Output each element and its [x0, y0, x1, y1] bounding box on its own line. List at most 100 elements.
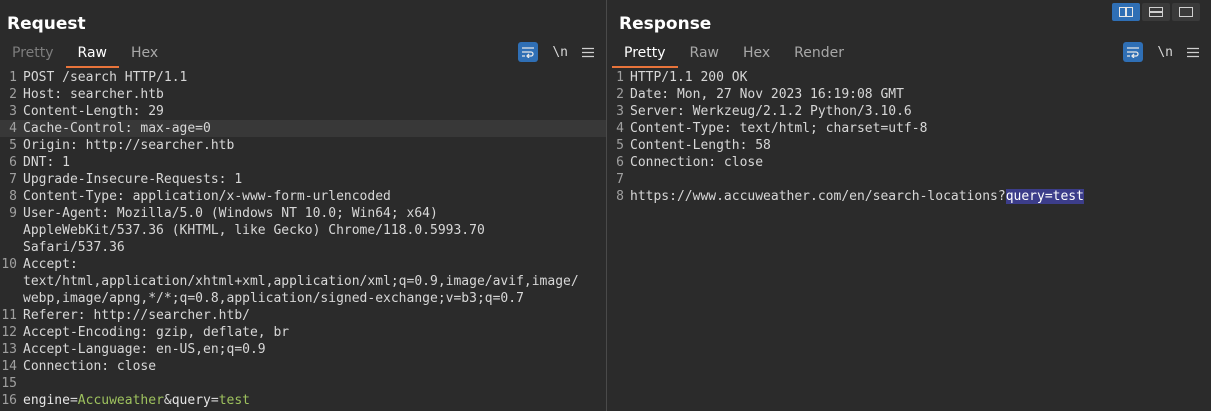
- line-number: 15: [1, 376, 17, 391]
- code-line: 7: [607, 171, 1211, 188]
- line-number: 5: [9, 138, 17, 153]
- request-editor[interactable]: 1 POST /search HTTP/1.1 2 Host: searcher.ht…: [0, 69, 606, 409]
- line-text: Accept-Encoding: gzip, deflate, br: [23, 325, 290, 340]
- code-line: 9 User-Agent: Mozilla/5.0 (Windows NT 10.…: [0, 205, 606, 222]
- response-tabs: Pretty Raw Hex Render: [612, 40, 856, 68]
- line-text: Cache-Control: max-age=0: [23, 121, 211, 136]
- code-line: 4 Content-Type: text/html; charset=utf-8: [607, 120, 1211, 137]
- wrap-lines-icon[interactable]: [1123, 42, 1144, 62]
- param-name: engine: [23, 393, 70, 408]
- line-number: 4: [616, 121, 624, 136]
- line-text: HTTP/1.1 200 OK: [630, 70, 748, 85]
- param-name: query: [171, 393, 211, 408]
- code-line: 15: [0, 375, 606, 392]
- line-text: Accept:: [23, 257, 78, 272]
- single-pane-layout-icon[interactable]: [1172, 3, 1200, 21]
- line-number: 1: [9, 70, 17, 85]
- code-line: 5 Origin: http://searcher.htb: [0, 137, 606, 154]
- line-text: Content-Type: application/x-www-form-url…: [23, 189, 391, 204]
- top-bottom-layout-icon[interactable]: [1142, 3, 1170, 21]
- line-text: https://www.accuweather.com/en/search-lo…: [624, 188, 1084, 205]
- tab-pretty[interactable]: Pretty: [612, 40, 678, 68]
- newline-toggle[interactable]: \n: [1157, 45, 1173, 60]
- wrapped-line-text: AppleWebKit/537.36 (KHTML, like Gecko) C…: [23, 223, 485, 238]
- wrapped-line-text: text/html,application/xhtml+xml,applicat…: [23, 274, 579, 289]
- param-value: Accuweather: [77, 393, 164, 408]
- hamburger-menu-icon[interactable]: [582, 43, 594, 62]
- line-number: 6: [9, 155, 17, 170]
- tab-raw[interactable]: Raw: [678, 40, 731, 66]
- tab-hex[interactable]: Hex: [119, 40, 170, 66]
- code-line: 2 Host: searcher.htb: [0, 86, 606, 103]
- line-text: [17, 375, 23, 392]
- line-number: 10: [1, 257, 17, 272]
- response-pane: Response Pretty Raw Hex Render \n 1 HTTP/…: [607, 0, 1211, 411]
- line-number: 2: [616, 87, 624, 102]
- line-number: 7: [9, 172, 17, 187]
- line-text: Date: Mon, 27 Nov 2023 16:19:08 GMT: [630, 87, 904, 102]
- line-text: Connection: close: [23, 359, 157, 374]
- line-number: 2: [9, 87, 17, 102]
- wrap-lines-icon[interactable]: [518, 42, 539, 62]
- request-title: Request: [7, 14, 86, 34]
- code-line: 10 Accept:: [0, 256, 606, 273]
- code-line: 2 Date: Mon, 27 Nov 2023 16:19:08 GMT: [607, 86, 1211, 103]
- request-pane: Request Pretty Raw Hex \n 1 POST /search …: [0, 0, 606, 411]
- code-line: 4 Cache-Control: max-age=0: [0, 120, 606, 137]
- line-text: Accept-Language: en-US,en;q=0.9: [23, 342, 266, 357]
- line-number: 13: [1, 342, 17, 357]
- code-line: 11 Referer: http://searcher.htb/: [0, 307, 606, 324]
- line-number: 16: [1, 393, 17, 408]
- line-text: POST /search HTTP/1.1: [23, 70, 188, 85]
- code-line: 12 Accept-Encoding: gzip, deflate, br: [0, 324, 606, 341]
- code-line: 7 Upgrade-Insecure-Requests: 1: [0, 171, 606, 188]
- line-number: 3: [9, 104, 17, 119]
- line-number: 14: [1, 359, 17, 374]
- url-text: https://www.accuweather.com/en/search-lo…: [630, 189, 1006, 204]
- code-line: 3 Server: Werkzeug/2.1.2 Python/3.10.6: [607, 103, 1211, 120]
- line-number: 4: [9, 121, 17, 136]
- wrapped-line-text: webp,image/apng,*/*;q=0.8,application/si…: [23, 291, 524, 306]
- wrapped-line-text: Safari/537.36: [23, 240, 125, 255]
- line-number: 11: [1, 308, 17, 323]
- request-toolbar: \n: [518, 42, 594, 62]
- line-number: 12: [1, 325, 17, 340]
- request-tabs: Pretty Raw Hex: [0, 40, 170, 68]
- code-line: 3 Content-Length: 29: [0, 103, 606, 120]
- response-toolbar: \n: [1123, 42, 1199, 62]
- code-line: 6 DNT: 1: [0, 154, 606, 171]
- line-number: 9: [9, 206, 17, 221]
- layout-switcher: [1112, 3, 1200, 21]
- hamburger-menu-icon[interactable]: [1187, 43, 1199, 62]
- line-text: [624, 171, 630, 188]
- response-title: Response: [619, 14, 712, 34]
- tab-raw[interactable]: Raw: [65, 40, 119, 68]
- line-text: Host: searcher.htb: [23, 87, 164, 102]
- line-number: 1: [616, 70, 624, 85]
- newline-toggle[interactable]: \n: [552, 45, 568, 60]
- response-viewer[interactable]: 1 HTTP/1.1 200 OK 2 Date: Mon, 27 Nov 2023 …: [607, 69, 1211, 205]
- line-number: 7: [616, 172, 624, 187]
- line-text: Content-Type: text/html; charset=utf-8: [630, 121, 928, 136]
- line-number: 6: [616, 155, 624, 170]
- code-line: 8 Content-Type: application/x-www-form-ur…: [0, 188, 606, 205]
- line-text: Referer: http://searcher.htb/: [23, 308, 250, 323]
- line-text: DNT: 1: [23, 155, 70, 170]
- line-text: User-Agent: Mozilla/5.0 (Windows NT 10.0…: [23, 206, 438, 221]
- param-eq: =: [69, 393, 78, 408]
- param-separator: &: [163, 393, 172, 408]
- code-line: 5 Content-Length: 58: [607, 137, 1211, 154]
- param-eq: =: [210, 393, 219, 408]
- code-line: 14 Connection: close: [0, 358, 606, 375]
- tab-hex[interactable]: Hex: [731, 40, 782, 66]
- selected-text: query=test: [1005, 189, 1084, 204]
- code-line: 13 Accept-Language: en-US,en;q=0.9: [0, 341, 606, 358]
- tab-render[interactable]: Render: [782, 40, 856, 66]
- line-text: Origin: http://searcher.htb: [23, 138, 235, 153]
- tab-pretty[interactable]: Pretty: [0, 40, 66, 66]
- code-line: 16 engine=Accuweather&query=test: [0, 392, 606, 409]
- side-by-side-layout-icon[interactable]: [1112, 3, 1140, 21]
- param-value: test: [218, 393, 250, 408]
- code-line: 8 https://www.accuweather.com/en/search-l…: [607, 188, 1211, 205]
- line-text: Content-Length: 58: [630, 138, 771, 153]
